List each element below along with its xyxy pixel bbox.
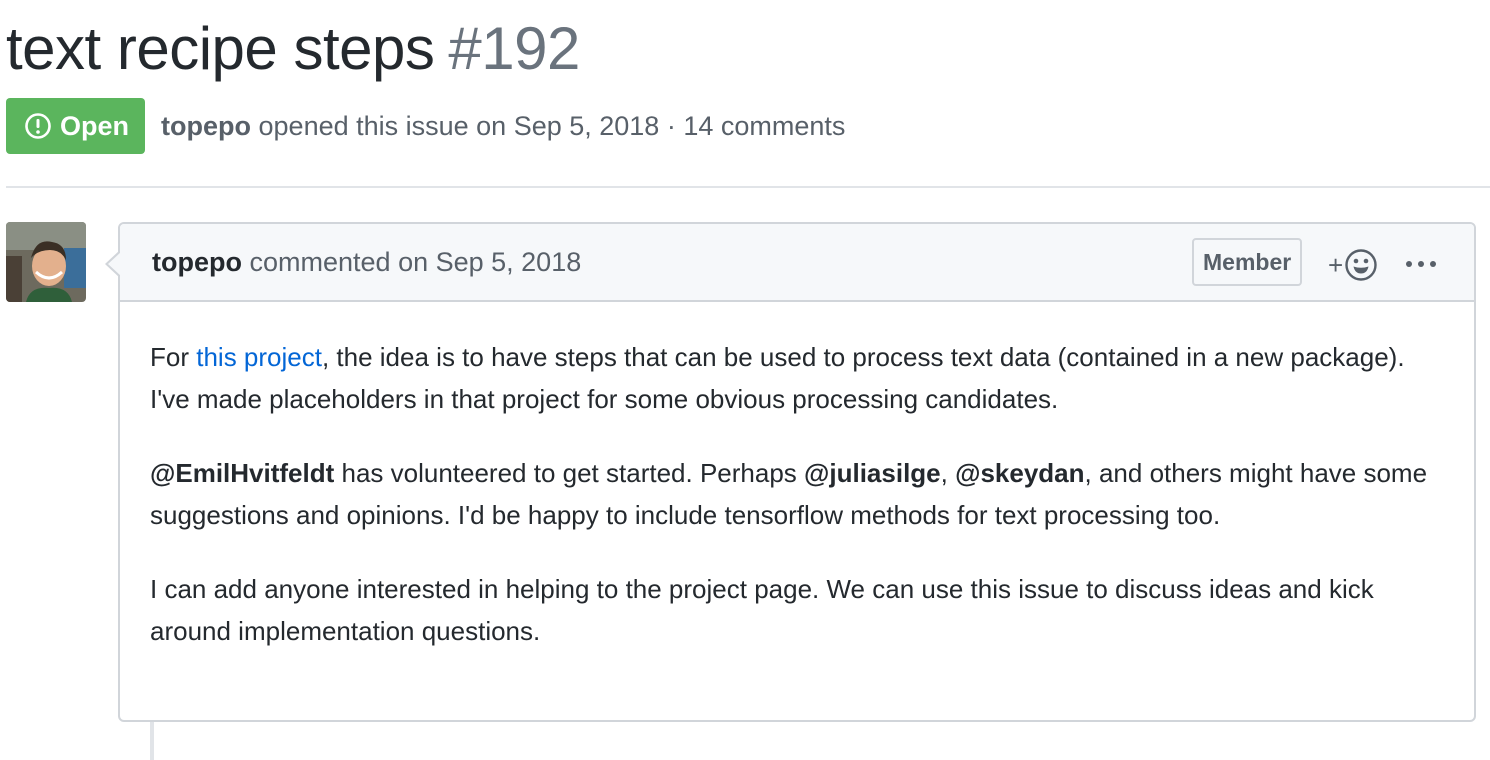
- member-badge: Member: [1192, 238, 1303, 286]
- comment-header: topepo commented on Sep 5, 2018 Member +: [120, 224, 1474, 302]
- issue-opened-info: topepo opened this issue on Sep 5, 2018 …: [161, 111, 845, 142]
- issue-opened-icon: [25, 113, 51, 139]
- comment-meta: topepo commented on Sep 5, 2018: [152, 247, 581, 278]
- comment-author-link[interactable]: topepo: [152, 247, 242, 277]
- add-reaction-button[interactable]: +: [1328, 248, 1378, 282]
- issue-title: text recipe steps #192: [6, 12, 580, 86]
- avatar[interactable]: [6, 222, 86, 302]
- paragraph-text: For: [150, 342, 197, 372]
- issue-opened-text: opened this issue on Sep 5, 2018 · 14 co…: [258, 110, 846, 141]
- status-label: Open: [60, 110, 130, 141]
- issue-number: #192: [448, 15, 580, 82]
- avatar-image: [6, 222, 86, 302]
- comment-paragraph-1: For this project, the idea is to have st…: [150, 336, 1444, 420]
- more-options-button[interactable]: [1406, 254, 1436, 274]
- status-badge: Open: [6, 98, 146, 154]
- comment: topepo commented on Sep 5, 2018 Member +…: [105, 222, 1476, 722]
- smiley-icon: [1345, 249, 1377, 281]
- paragraph-text: I can add anyone interested in helping t…: [150, 574, 1374, 646]
- issue-meta: Open topepo opened this issue on Sep 5, …: [6, 98, 845, 154]
- timeline-line: [150, 720, 154, 760]
- issue-title-text: text recipe steps: [6, 15, 435, 82]
- comment-paragraph-3: I can add anyone interested in helping t…: [150, 568, 1444, 652]
- plus-sign: +: [1328, 249, 1344, 280]
- paragraph-text: , the idea is to have steps that can be …: [150, 342, 1405, 414]
- mention-juliasilge[interactable]: @juliasilge: [804, 458, 941, 488]
- paragraph-text: ,: [940, 458, 956, 488]
- project-link[interactable]: this project: [196, 342, 322, 372]
- comment-body: For this project, the idea is to have st…: [120, 302, 1474, 652]
- kebab-horizontal-icon: [1406, 261, 1412, 267]
- issue-author-link[interactable]: topepo: [161, 111, 251, 141]
- comment-paragraph-2: @EmilHvitfeldt has volunteered to get st…: [150, 452, 1444, 536]
- paragraph-text: has volunteered to get started. Perhaps: [334, 458, 805, 488]
- mention-skeydan[interactable]: @skeydan: [955, 458, 1084, 488]
- comment-timestamp[interactable]: commented on Sep 5, 2018: [250, 247, 582, 277]
- mention-emilhvitfeldt[interactable]: @EmilHvitfeldt: [150, 458, 334, 488]
- header-divider: [6, 186, 1490, 188]
